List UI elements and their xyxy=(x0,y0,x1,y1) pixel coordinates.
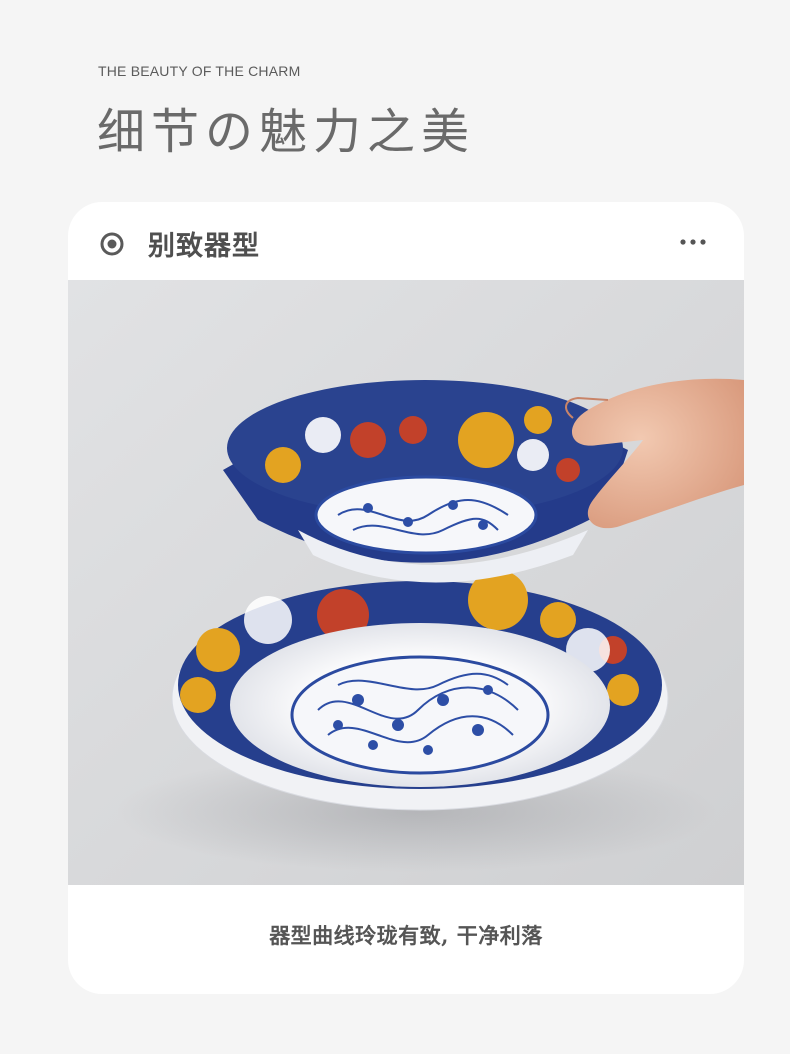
target-icon xyxy=(100,232,124,256)
more-dots-icon[interactable] xyxy=(680,239,706,245)
card-header: 别致器型 xyxy=(68,202,744,280)
product-photo xyxy=(68,280,744,885)
page-headline: 细节の魅力之美 xyxy=(97,104,476,160)
feature-card: 别致器型 器型曲线玲珑有致, 干净利落 xyxy=(68,202,744,994)
card-caption: 器型曲线玲珑有致, 干净利落 xyxy=(269,923,543,948)
eyebrow-subtitle: THE BEAUTY OF THE CHARM xyxy=(98,63,301,79)
card-title: 别致器型 xyxy=(148,231,260,262)
